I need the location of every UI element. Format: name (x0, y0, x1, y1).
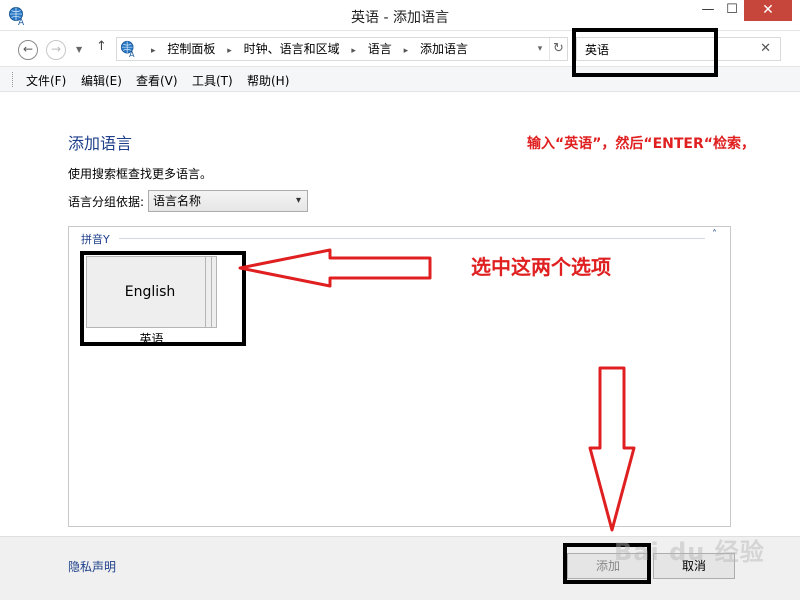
footer-bar: 隐私声明 添加 取消 (0, 536, 800, 600)
menu-view[interactable]: 查看(V) (136, 72, 178, 89)
breadcrumb-language[interactable]: 语言 (368, 42, 392, 56)
menu-edit[interactable]: 编辑(E) (81, 72, 122, 89)
menu-help[interactable]: 帮助(H) (247, 72, 289, 89)
recent-locations-dropdown[interactable]: ▼ (76, 45, 82, 54)
chevron-right-icon[interactable]: ▸ (227, 46, 232, 56)
address-bar[interactable]: A ▸ 控制面板 ▸ 时钟、语言和区域 ▸ 语言 ▸ 添加语言 ▾ ↻ (116, 37, 568, 61)
tile-stack-edge (205, 256, 206, 328)
language-tile-label: 英语 (139, 332, 164, 346)
group-by-select[interactable]: 语言名称 ▾ (148, 190, 308, 212)
breadcrumb-add-language[interactable]: 添加语言 (420, 42, 468, 56)
menu-bar: 文件(F) 编辑(E) 查看(V) 工具(T) 帮助(H) (0, 66, 800, 92)
chevron-right-icon[interactable]: ▸ (151, 46, 156, 56)
search-instruction-note: 输入“英语”，然后“ENTER“检索， (527, 136, 755, 152)
chevron-down-icon: ▾ (295, 195, 301, 206)
main-content: 添加语言 使用搜索框查找更多语言。 语言分组依据: 语言名称 ▾ 输入“英语”，… (0, 92, 800, 536)
language-tile-text: English (124, 284, 176, 300)
breadcrumb-control-panel[interactable]: 控制面板 (167, 42, 215, 56)
up-level-button[interactable]: ↑ (96, 39, 107, 54)
page-title: 添加语言 (68, 134, 133, 153)
breadcrumb: ▸ 控制面板 ▸ 时钟、语言和区域 ▸ 语言 ▸ 添加语言 (143, 38, 468, 60)
breadcrumb-clock-language-region[interactable]: 时钟、语言和区域 (244, 42, 340, 56)
chevron-down-icon[interactable]: ▾ (533, 38, 547, 60)
minimize-button[interactable]: — (696, 0, 720, 21)
language-list-panel: 拼音Y ˄ English 英语 (68, 226, 731, 527)
language-globe-icon: A (120, 40, 135, 58)
menu-file[interactable]: 文件(F) (26, 72, 66, 89)
menu-tools[interactable]: 工具(T) (192, 72, 233, 89)
close-button[interactable]: ✕ (744, 0, 792, 21)
close-icon[interactable]: ✕ (760, 41, 771, 56)
page-subtitle: 使用搜索框查找更多语言。 (68, 167, 213, 181)
group-by-label: 语言分组依据: (68, 195, 145, 209)
tile-stack-edge (211, 256, 212, 328)
language-tile-english[interactable]: English (86, 256, 217, 328)
privacy-link[interactable]: 隐私声明 (68, 558, 116, 575)
toolbar-grip (12, 72, 15, 87)
chevron-right-icon[interactable]: ▸ (351, 46, 356, 56)
group-by-value: 语言名称 (153, 194, 202, 208)
maximize-button[interactable]: ☐ (720, 0, 744, 21)
chevron-right-icon[interactable]: ▸ (404, 46, 409, 56)
svg-text:A: A (129, 49, 135, 58)
forward-button[interactable]: → (46, 40, 66, 60)
window-title: 英语 - 添加语言 (351, 10, 449, 26)
cancel-button[interactable]: 取消 (653, 553, 735, 579)
group-divider (119, 238, 705, 239)
add-button[interactable]: 添加 (567, 553, 649, 579)
search-box: ✕ (576, 37, 781, 61)
title-bar: A 英语 - 添加语言 — ☐ ✕ (0, 0, 800, 31)
search-input[interactable] (585, 40, 755, 58)
chevron-up-icon[interactable]: ˄ (712, 229, 717, 240)
group-header[interactable]: 拼音Y (81, 231, 110, 247)
refresh-icon[interactable]: ↻ (549, 38, 567, 60)
back-button[interactable]: ← (18, 40, 38, 60)
